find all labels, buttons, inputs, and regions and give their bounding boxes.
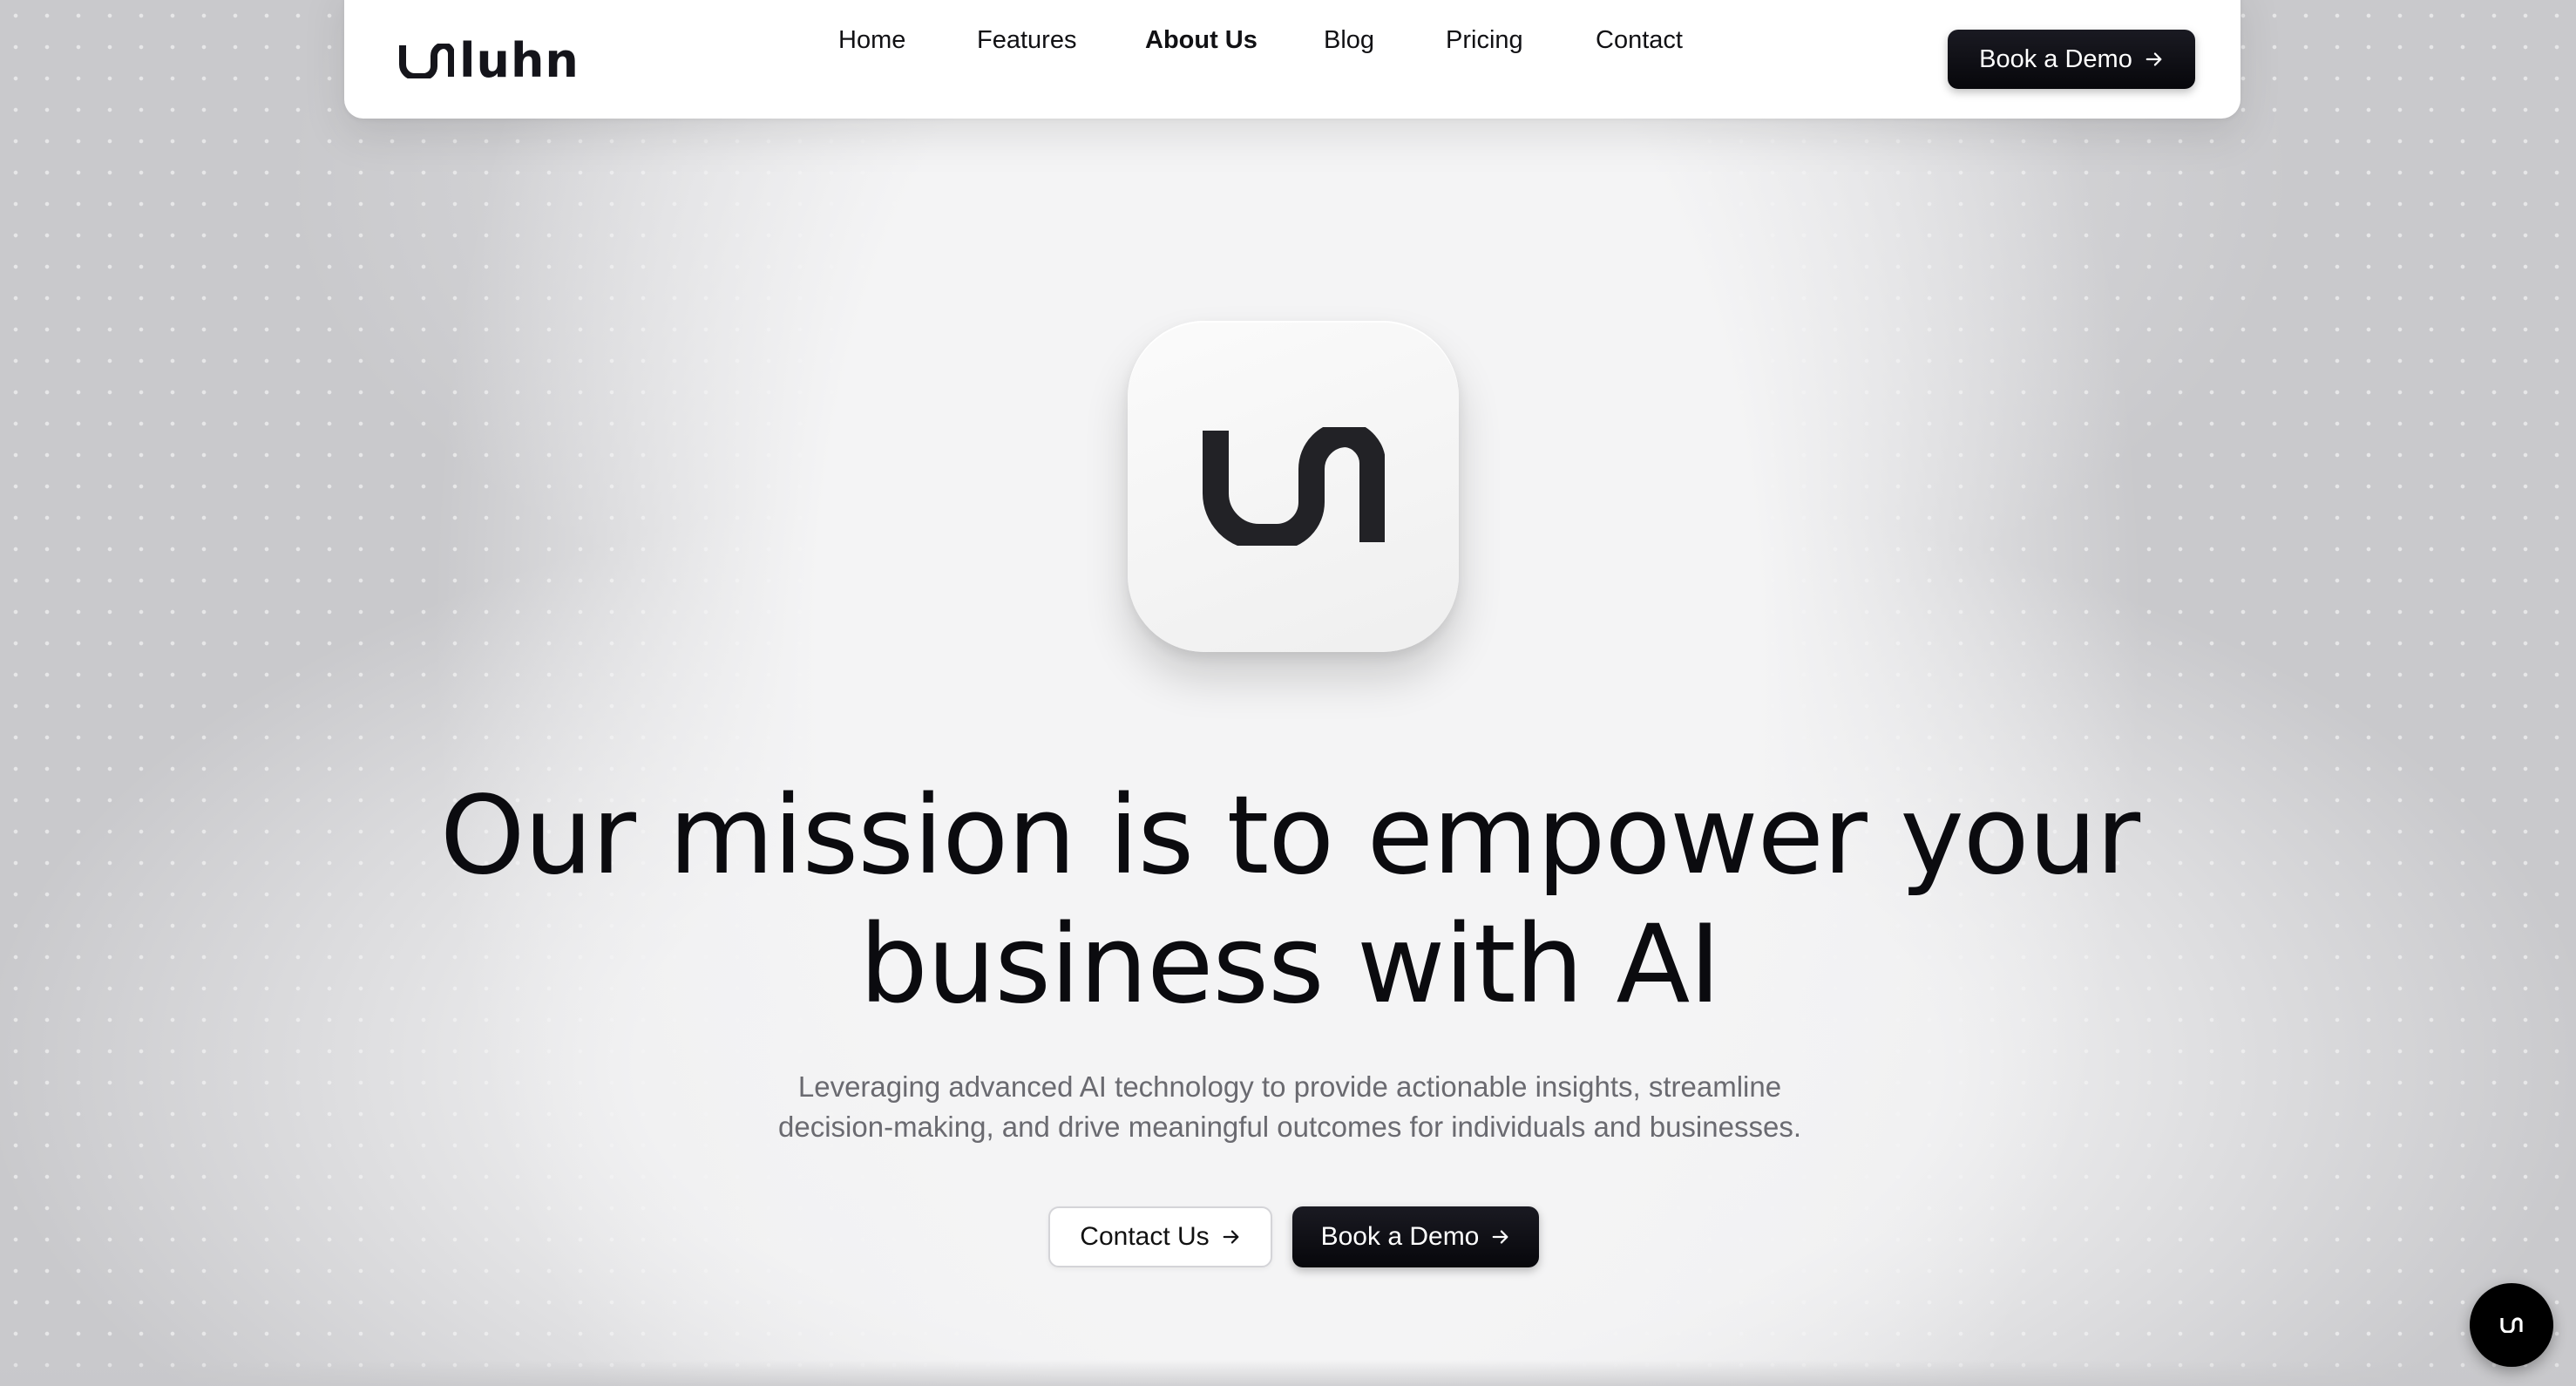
nav-book-demo-label: Book a Demo: [1979, 44, 2132, 73]
contact-us-button[interactable]: Contact Us: [1048, 1206, 1272, 1267]
hero-headline: Our mission is to empower your business …: [375, 771, 2205, 1029]
top-navbar: luhn Home Features About Us Blog Pricing…: [344, 0, 2240, 119]
arrow-right-icon: [2146, 52, 2162, 66]
arrow-right-icon: [1223, 1230, 1239, 1244]
nav-link-pricing[interactable]: Pricing: [1446, 23, 1523, 58]
hero-headline-line-2: business with AI: [859, 902, 1721, 1028]
hero-book-demo-button[interactable]: Book a Demo: [1292, 1206, 1539, 1267]
contact-us-label: Contact Us: [1080, 1222, 1210, 1251]
hero-subtext: Leveraging advanced AI technology to pro…: [680, 1067, 1900, 1147]
background-glow: [0, 0, 2576, 1386]
hero-headline-line-1: Our mission is to empower your: [439, 773, 2140, 899]
arrow-right-icon: [1493, 1230, 1508, 1244]
luhn-logo-mark-icon: [1203, 427, 1385, 546]
background-bottom-shade: [0, 1360, 2576, 1386]
hero-book-demo-label: Book a Demo: [1320, 1222, 1480, 1251]
chat-launcher-icon: [2500, 1317, 2523, 1333]
hero-app-icon-tile: [1128, 321, 1459, 652]
nav-link-about-us[interactable]: About Us: [1145, 23, 1257, 58]
nav-link-home[interactable]: Home: [838, 23, 905, 58]
chat-launcher-button[interactable]: [2470, 1283, 2553, 1367]
hero-subtext-line-1: Leveraging advanced AI technology to pro…: [797, 1070, 1782, 1103]
hero-button-row: Contact Us Book a Demo: [0, 1206, 2576, 1267]
nav-link-features[interactable]: Features: [977, 23, 1076, 58]
hero-subtext-line-2: decision-making, and drive meaningful ou…: [778, 1111, 1801, 1143]
nav-link-blog[interactable]: Blog: [1324, 23, 1374, 58]
nav-link-contact[interactable]: Contact: [1596, 23, 1683, 58]
nav-book-demo-button[interactable]: Book a Demo: [1948, 30, 2195, 89]
